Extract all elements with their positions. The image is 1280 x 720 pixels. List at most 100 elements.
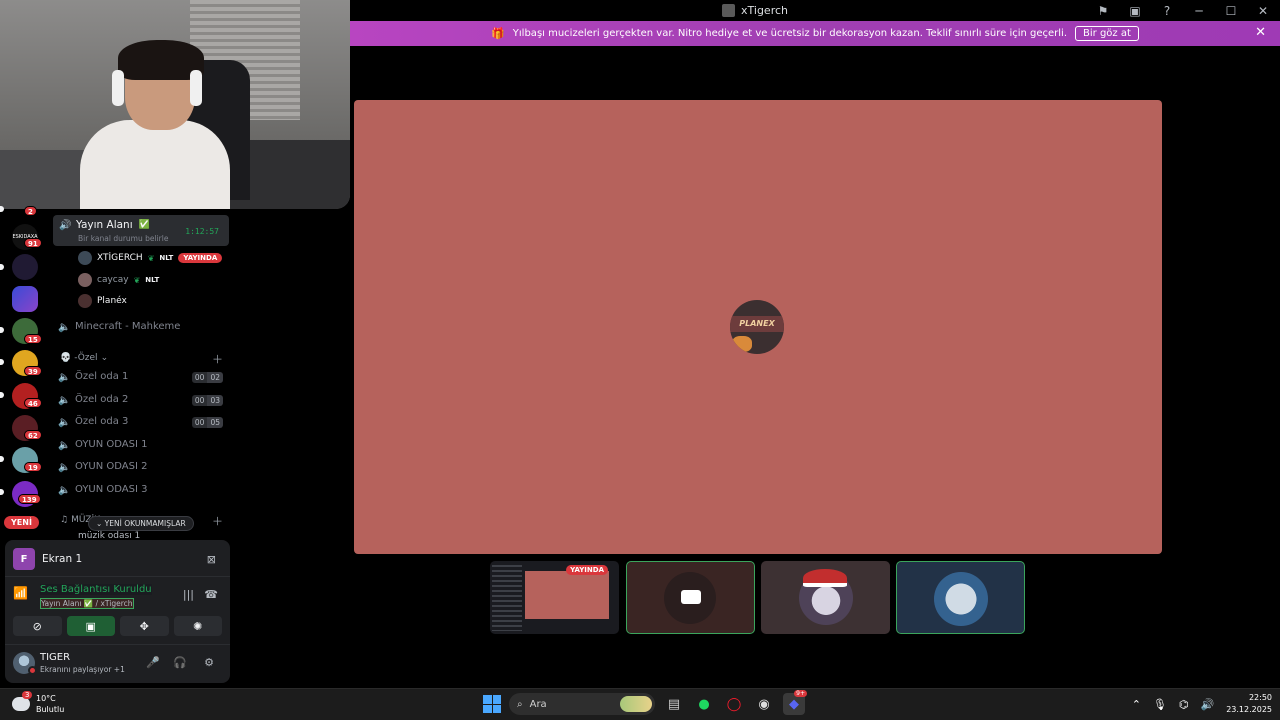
user-name[interactable]: TIGER — [40, 652, 70, 663]
headphones-icon[interactable]: 🎧 — [173, 656, 187, 669]
weather-widget[interactable]: 3 10°C Bulutlu — [12, 691, 64, 715]
start-tile — [483, 695, 492, 704]
voice-member[interactable]: caycay ❦ NLT — [78, 273, 159, 287]
start-tile — [483, 704, 492, 713]
user-limit: 00 05 — [191, 417, 223, 428]
minimize-button[interactable]: ─ — [1190, 2, 1208, 20]
chevron-up-icon[interactable]: ⌃ — [1132, 698, 1141, 711]
streamer-shirt — [80, 120, 230, 209]
discord-badge: 9+ — [794, 690, 807, 697]
windows-start-icon[interactable] — [483, 695, 501, 713]
add-channel-icon[interactable]: ＋ — [212, 351, 223, 367]
voice-channel[interactable]: 🔈 Özel oda 1 — [58, 371, 128, 383]
disconnect-icon[interactable]: ☎ — [204, 588, 218, 601]
close-window-button[interactable]: ✕ — [1254, 2, 1272, 20]
new-servers-pill[interactable]: YENİ — [4, 516, 39, 529]
speaker-icon: 🔈 — [58, 371, 71, 383]
channel-name: Özel oda 3 — [75, 416, 129, 427]
stream-row[interactable]: F Ekran 1 ⊠ — [13, 548, 222, 570]
rtc-status: 📶 Ses Bağlantısı Kuruldu Yayın Alanı ✅ /… — [13, 582, 222, 610]
voice-channel-minecraft[interactable]: 🔈 Minecraft - Mahkeme — [58, 321, 181, 333]
microphone-icon[interactable]: 🎤 — [146, 656, 160, 669]
unread-indicator — [0, 392, 4, 398]
participant-tile-caycay[interactable] — [761, 561, 890, 634]
unread-indicator — [0, 456, 4, 462]
participant-tile-screen[interactable]: YAYINDA — [490, 561, 619, 634]
camera-off-button[interactable]: ⊘ — [13, 616, 62, 636]
server-icon-active[interactable] — [12, 286, 38, 312]
speaker-icon: 🔈 — [58, 394, 71, 406]
skull-icon: 💀 — [60, 353, 72, 363]
steam-icon[interactable]: ◉ — [753, 693, 775, 715]
participant-tile-planex[interactable] — [626, 561, 755, 634]
participant-avatar — [934, 572, 988, 626]
opera-icon[interactable]: ◯ — [723, 693, 745, 715]
search-highlight-image — [620, 696, 652, 712]
banner-cta-button[interactable]: Bir göz at — [1075, 26, 1139, 41]
help-icon[interactable]: ? — [1158, 2, 1176, 20]
user-count: 00 — [191, 372, 208, 383]
voice-member[interactable]: Planéx — [78, 294, 127, 308]
divider — [5, 644, 230, 645]
stream-app-icon: F — [13, 548, 35, 570]
inbox-icon[interactable]: ▣ — [1126, 2, 1144, 20]
clock[interactable]: 22:50 23.12.2025 — [1226, 692, 1272, 716]
voice-channel[interactable]: 🔈 Özel oda 2 — [58, 394, 128, 406]
rtc-title: Ses Bağlantısı Kuruldu — [40, 584, 152, 595]
voice-member[interactable]: XTİGERCH ❦ NLT YAYINDA — [78, 251, 223, 265]
microphone-icon[interactable]: 🎙 — [1153, 698, 1167, 711]
server-badge: 46 — [24, 398, 42, 408]
taskbar-search[interactable]: ⌕ Ara — [509, 693, 655, 715]
channel-status[interactable]: Bir kanal durumu belirle — [78, 234, 168, 243]
user-max: 02 — [207, 372, 223, 383]
soundboard-button[interactable]: ✺ — [173, 616, 222, 636]
voice-channel[interactable]: 🔈 OYUN ODASI 3 — [58, 484, 148, 496]
activities-button[interactable]: ✥ — [120, 616, 169, 636]
flag-icon[interactable]: ⚑ — [1094, 2, 1112, 20]
server-badge: 39 — [24, 366, 42, 376]
unread-pill-label: YENİ OKUNMAMIŞLAR — [104, 519, 186, 528]
unread-indicator — [0, 327, 4, 333]
voice-channel[interactable]: 🔈 OYUN ODASI 1 — [58, 439, 148, 451]
close-icon[interactable]: ✕ — [1255, 25, 1266, 40]
network-icon[interactable]: ⌬ — [1179, 698, 1189, 711]
add-channel-icon[interactable]: ＋ — [212, 513, 223, 529]
date: 23.12.2025 — [1226, 705, 1272, 714]
gear-icon[interactable]: ⚙ — [204, 656, 214, 669]
volume-icon[interactable]: 🔊 — [1200, 698, 1214, 711]
task-view-icon[interactable]: ▤ — [663, 693, 685, 715]
stop-stream-icon[interactable]: ⊠ — [207, 553, 216, 566]
taskbar-apps: ⌕ Ara ▤ ● ◯ ◉ ◆ 9+ — [483, 690, 807, 715]
member-name: caycay — [97, 275, 129, 285]
channel-name: Minecraft - Mahkeme — [75, 321, 181, 332]
signal-icon[interactable]: 📶 — [13, 586, 28, 600]
unread-pill[interactable]: ⌄ YENİ OKUNMAMIŞLAR — [88, 516, 194, 531]
voice-channel-active[interactable]: 🔊 Yayın Alanı ✅ Bir kanal durumu belirle… — [53, 215, 229, 246]
voice-channel[interactable]: 🔈 OYUN ODASI 2 — [58, 461, 148, 473]
headset-right — [190, 70, 202, 106]
speaker-icon: 🔈 — [58, 484, 71, 496]
start-tile — [492, 695, 501, 704]
spotify-icon[interactable]: ● — [693, 693, 715, 715]
category-ozel[interactable]: 💀 -Özel ⌄ — [60, 353, 108, 363]
discord-icon[interactable]: ◆ 9+ — [783, 690, 807, 715]
cloud-icon: 3 — [12, 691, 33, 711]
live-badge: YAYINDA — [566, 565, 608, 575]
window-title: xTigerch — [741, 4, 788, 17]
speaker-icon: 🔈 — [58, 439, 71, 451]
title-bar-controls: ⚑ ▣ ? ─ ☐ ✕ — [1094, 2, 1272, 20]
rtc-subtitle[interactable]: Yayın Alanı ✅ / xTigerch — [40, 598, 134, 609]
noise-suppression-icon[interactable]: ||| — [183, 588, 194, 601]
screen-share-button[interactable]: ▣ — [66, 616, 115, 636]
stream-stage[interactable]: PLANEX — [354, 100, 1162, 554]
headset-left — [112, 70, 124, 106]
weather-badge: 3 — [22, 691, 33, 699]
weather-text: 10°C Bulutlu — [36, 693, 64, 715]
voice-channel[interactable]: 🔈 Özel oda 3 — [58, 416, 129, 428]
maximize-button[interactable]: ☐ — [1222, 2, 1240, 20]
chevron-down-icon: ⌄ — [100, 353, 109, 363]
participant-tile-tiger[interactable] — [896, 561, 1025, 634]
server-icon[interactable] — [12, 254, 38, 280]
speaker-icon: 🔈 — [58, 321, 71, 333]
window-title-group: xTigerch — [722, 4, 788, 17]
